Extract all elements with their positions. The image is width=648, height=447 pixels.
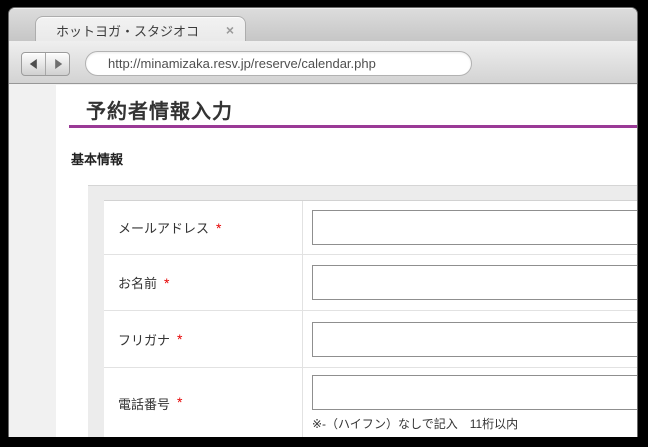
required-asterisk: *: [177, 331, 183, 347]
back-arrow-icon: [29, 59, 37, 69]
address-bar[interactable]: http://minamizaka.resv.jp/reserve/calend…: [85, 51, 472, 76]
required-asterisk: *: [164, 274, 170, 291]
phone-label: 電話番号 *: [104, 368, 303, 437]
name-input-cell: [303, 255, 637, 310]
furigana-field[interactable]: [312, 321, 637, 357]
email-input-cell: [303, 201, 637, 254]
basic-info-form-panel: メールアドレス * お名前 * フリガナ * 電話番号 * ※-（ハイフン）なし…: [88, 185, 637, 437]
phone-field[interactable]: [312, 375, 637, 410]
name-label: お名前 *: [104, 255, 303, 310]
back-button[interactable]: [22, 53, 45, 75]
title-accent-rule: [69, 125, 637, 128]
phone-field-note: ※-（ハイフン）なしで記入 11桁以内: [312, 417, 519, 431]
furigana-label-text: フリガナ: [118, 332, 171, 348]
required-asterisk: *: [216, 219, 222, 236]
furigana-label: フリガナ *: [104, 311, 303, 367]
browser-window: ホットヨガ・スタジオココノハ × http://minamizaka.resv.…: [8, 7, 638, 437]
page-title: 予約者情報入力: [86, 101, 233, 123]
email-field[interactable]: [312, 210, 637, 245]
forward-arrow-icon: [54, 59, 62, 69]
form-row-furigana: フリガナ *: [104, 311, 637, 368]
form-table: メールアドレス * お名前 * フリガナ * 電話番号 * ※-（ハイフン）なし…: [104, 200, 637, 437]
browser-tab[interactable]: ホットヨガ・スタジオココノハ ×: [35, 16, 246, 43]
page-viewport: 予約者情報入力 基本情報 メールアドレス * お名前 * フリガナ * 電話番号…: [9, 85, 637, 437]
name-label-text: お名前: [118, 276, 158, 291]
form-row-phone: 電話番号 * ※-（ハイフン）なしで記入 11桁以内: [104, 368, 637, 437]
url-text: http://minamizaka.resv.jp/reserve/calend…: [108, 56, 376, 71]
phone-label-text: 電話番号: [118, 397, 171, 412]
form-row-name: お名前 *: [104, 255, 637, 311]
page-content: 予約者情報入力 基本情報 メールアドレス * お名前 * フリガナ * 電話番号…: [56, 85, 637, 437]
phone-input-cell: ※-（ハイフン）なしで記入 11桁以内: [303, 368, 637, 437]
forward-button[interactable]: [45, 53, 69, 75]
tab-bar: ホットヨガ・スタジオココノハ ×: [9, 8, 637, 43]
browser-toolbar: http://minamizaka.resv.jp/reserve/calend…: [9, 41, 637, 84]
required-asterisk: *: [177, 394, 183, 410]
screen: ホットヨガ・スタジオココノハ × http://minamizaka.resv.…: [0, 0, 648, 447]
furigana-input-cell: [303, 311, 637, 367]
email-label-text: メールアドレス: [118, 221, 210, 236]
section-title: 基本情報: [71, 152, 124, 167]
email-label: メールアドレス *: [104, 201, 303, 254]
nav-button-group: [21, 52, 70, 76]
tab-close-icon[interactable]: ×: [226, 23, 234, 37]
tab-title: ホットヨガ・スタジオココノハ: [56, 23, 201, 39]
form-row-email: メールアドレス *: [104, 201, 637, 255]
name-field[interactable]: [312, 265, 637, 300]
